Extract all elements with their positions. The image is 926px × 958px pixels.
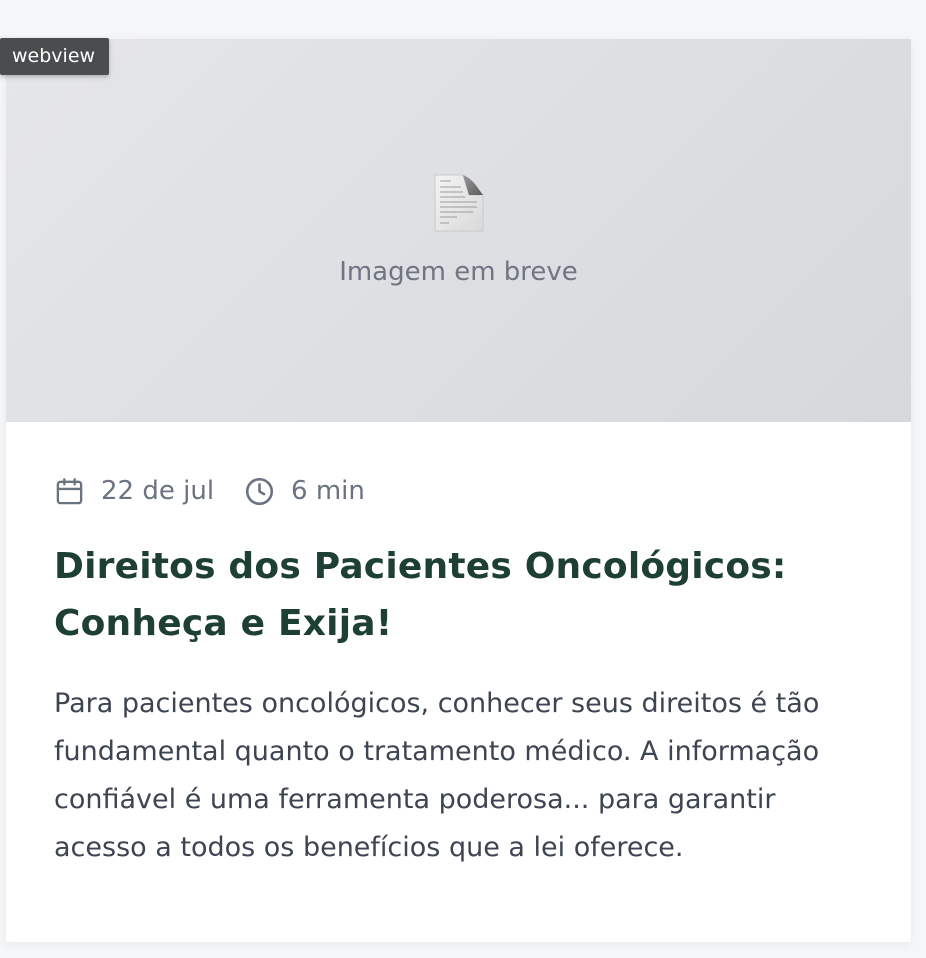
article-title[interactable]: Direitos dos Pacientes Oncológicos: Conh… [54,538,863,652]
read-time-text: 6 min [291,476,365,506]
placeholder-content: Imagem em breve [6,173,911,287]
image-placeholder-text: Imagem em breve [339,257,578,287]
publish-date-text: 22 de jul [101,476,215,506]
article-excerpt: Para pacientes oncológicos, conhecer seu… [54,688,820,863]
document-icon [433,173,485,233]
clock-icon [245,477,274,505]
read-time: 6 min [244,476,365,507]
article-card[interactable]: Imagem em breve 22 de jul 6 min Direitos… [6,39,911,942]
article-content: 22 de jul 6 min Direitos dos Pacientes O… [6,422,911,872]
calendar-icon [56,477,83,504]
publish-date: 22 de jul [54,476,214,507]
page: webview Imagem em breve 22 de jul 6 min … [0,0,926,958]
article-image-placeholder: Imagem em breve [6,39,911,422]
webview-badge: webview [0,38,110,75]
article-meta: 22 de jul 6 min [54,472,863,510]
